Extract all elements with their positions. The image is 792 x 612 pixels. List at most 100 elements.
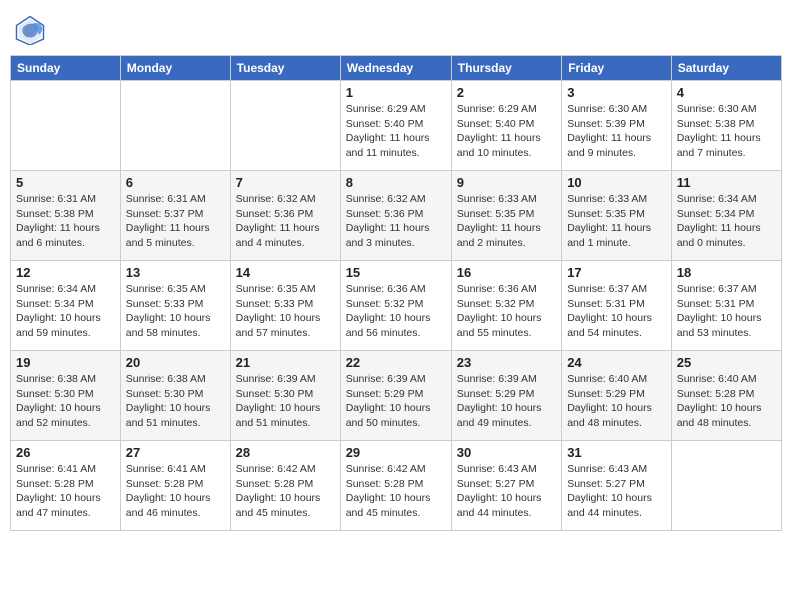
- calendar-cell: 28 Sunrise: 6:42 AM Sunset: 5:28 PM Dayli…: [230, 441, 340, 531]
- header-monday: Monday: [120, 56, 230, 81]
- day-number: 6: [126, 175, 225, 190]
- header-sunday: Sunday: [11, 56, 121, 81]
- day-number: 28: [236, 445, 335, 460]
- day-number: 3: [567, 85, 666, 100]
- calendar-cell: [120, 81, 230, 171]
- calendar-cell: [11, 81, 121, 171]
- day-number: 27: [126, 445, 225, 460]
- day-info: Sunrise: 6:36 AM Sunset: 5:32 PM Dayligh…: [346, 282, 446, 341]
- day-number: 16: [457, 265, 556, 280]
- calendar-cell: 6 Sunrise: 6:31 AM Sunset: 5:37 PM Daylig…: [120, 171, 230, 261]
- calendar-cell: 7 Sunrise: 6:32 AM Sunset: 5:36 PM Daylig…: [230, 171, 340, 261]
- calendar-cell: 19 Sunrise: 6:38 AM Sunset: 5:30 PM Dayli…: [11, 351, 121, 441]
- day-number: 17: [567, 265, 666, 280]
- day-number: 21: [236, 355, 335, 370]
- calendar-cell: 31 Sunrise: 6:43 AM Sunset: 5:27 PM Dayli…: [562, 441, 672, 531]
- calendar-cell: 30 Sunrise: 6:43 AM Sunset: 5:27 PM Dayli…: [451, 441, 561, 531]
- day-info: Sunrise: 6:34 AM Sunset: 5:34 PM Dayligh…: [677, 192, 776, 251]
- calendar-cell: 9 Sunrise: 6:33 AM Sunset: 5:35 PM Daylig…: [451, 171, 561, 261]
- day-info: Sunrise: 6:37 AM Sunset: 5:31 PM Dayligh…: [567, 282, 666, 341]
- logo-icon: [15, 15, 45, 45]
- calendar-cell: 8 Sunrise: 6:32 AM Sunset: 5:36 PM Daylig…: [340, 171, 451, 261]
- calendar-week-4: 19 Sunrise: 6:38 AM Sunset: 5:30 PM Dayli…: [11, 351, 782, 441]
- day-number: 2: [457, 85, 556, 100]
- calendar-cell: 15 Sunrise: 6:36 AM Sunset: 5:32 PM Dayli…: [340, 261, 451, 351]
- logo: [15, 15, 49, 45]
- calendar-cell: 3Sunrise: 6:30 AM Sunset: 5:39 PM Daylig…: [562, 81, 672, 171]
- header-thursday: Thursday: [451, 56, 561, 81]
- day-info: Sunrise: 6:39 AM Sunset: 5:29 PM Dayligh…: [346, 372, 446, 431]
- day-info: Sunrise: 6:40 AM Sunset: 5:28 PM Dayligh…: [677, 372, 776, 431]
- day-info: Sunrise: 6:32 AM Sunset: 5:36 PM Dayligh…: [236, 192, 335, 251]
- day-number: 14: [236, 265, 335, 280]
- calendar-cell: 10 Sunrise: 6:33 AM Sunset: 5:35 PM Dayli…: [562, 171, 672, 261]
- day-info: Sunrise: 6:32 AM Sunset: 5:36 PM Dayligh…: [346, 192, 446, 251]
- header-tuesday: Tuesday: [230, 56, 340, 81]
- calendar-cell: 11 Sunrise: 6:34 AM Sunset: 5:34 PM Dayli…: [671, 171, 781, 261]
- day-number: 30: [457, 445, 556, 460]
- calendar-week-1: 1 Sunrise: 6:29 AM Sunset: 5:40 PM Daylig…: [11, 81, 782, 171]
- calendar-cell: 12Sunrise: 6:34 AM Sunset: 5:34 PM Dayli…: [11, 261, 121, 351]
- day-number: 8: [346, 175, 446, 190]
- day-number: 13: [126, 265, 225, 280]
- day-info: Sunrise: 6:42 AM Sunset: 5:28 PM Dayligh…: [236, 462, 335, 521]
- calendar-cell: 4Sunrise: 6:30 AM Sunset: 5:38 PM Daylig…: [671, 81, 781, 171]
- day-number: 31: [567, 445, 666, 460]
- day-number: 7: [236, 175, 335, 190]
- day-number: 24: [567, 355, 666, 370]
- calendar-cell: 14 Sunrise: 6:35 AM Sunset: 5:33 PM Dayli…: [230, 261, 340, 351]
- calendar-cell: 1 Sunrise: 6:29 AM Sunset: 5:40 PM Daylig…: [340, 81, 451, 171]
- day-info: Sunrise: 6:31 AM Sunset: 5:38 PM Dayligh…: [16, 192, 115, 251]
- day-number: 1: [346, 85, 446, 100]
- calendar-cell: 20 Sunrise: 6:38 AM Sunset: 5:30 PM Dayli…: [120, 351, 230, 441]
- header-wednesday: Wednesday: [340, 56, 451, 81]
- day-info: Sunrise: 6:33 AM Sunset: 5:35 PM Dayligh…: [567, 192, 666, 251]
- calendar-cell: [230, 81, 340, 171]
- calendar-cell: 22Sunrise: 6:39 AM Sunset: 5:29 PM Dayli…: [340, 351, 451, 441]
- calendar-cell: 23 Sunrise: 6:39 AM Sunset: 5:29 PM Dayli…: [451, 351, 561, 441]
- day-number: 15: [346, 265, 446, 280]
- day-info: Sunrise: 6:41 AM Sunset: 5:28 PM Dayligh…: [16, 462, 115, 521]
- day-info: Sunrise: 6:29 AM Sunset: 5:40 PM Dayligh…: [346, 102, 446, 161]
- day-number: 9: [457, 175, 556, 190]
- day-info: Sunrise: 6:38 AM Sunset: 5:30 PM Dayligh…: [126, 372, 225, 431]
- day-info: Sunrise: 6:41 AM Sunset: 5:28 PM Dayligh…: [126, 462, 225, 521]
- day-info: Sunrise: 6:43 AM Sunset: 5:27 PM Dayligh…: [567, 462, 666, 521]
- day-info: Sunrise: 6:40 AM Sunset: 5:29 PM Dayligh…: [567, 372, 666, 431]
- calendar-cell: 13 Sunrise: 6:35 AM Sunset: 5:33 PM Dayli…: [120, 261, 230, 351]
- day-number: 20: [126, 355, 225, 370]
- day-info: Sunrise: 6:31 AM Sunset: 5:37 PM Dayligh…: [126, 192, 225, 251]
- day-info: Sunrise: 6:35 AM Sunset: 5:33 PM Dayligh…: [236, 282, 335, 341]
- calendar-header-row: SundayMondayTuesdayWednesdayThursdayFrid…: [11, 56, 782, 81]
- day-number: 11: [677, 175, 776, 190]
- header-friday: Friday: [562, 56, 672, 81]
- day-number: 29: [346, 445, 446, 460]
- day-number: 10: [567, 175, 666, 190]
- day-info: Sunrise: 6:42 AM Sunset: 5:28 PM Dayligh…: [346, 462, 446, 521]
- calendar-cell: 21Sunrise: 6:39 AM Sunset: 5:30 PM Dayli…: [230, 351, 340, 441]
- day-number: 19: [16, 355, 115, 370]
- header-saturday: Saturday: [671, 56, 781, 81]
- day-info: Sunrise: 6:30 AM Sunset: 5:38 PM Dayligh…: [677, 102, 776, 161]
- calendar-week-2: 5 Sunrise: 6:31 AM Sunset: 5:38 PM Daylig…: [11, 171, 782, 261]
- day-number: 23: [457, 355, 556, 370]
- calendar-table: SundayMondayTuesdayWednesdayThursdayFrid…: [10, 55, 782, 531]
- day-info: Sunrise: 6:33 AM Sunset: 5:35 PM Dayligh…: [457, 192, 556, 251]
- calendar-cell: 2Sunrise: 6:29 AM Sunset: 5:40 PM Daylig…: [451, 81, 561, 171]
- day-info: Sunrise: 6:35 AM Sunset: 5:33 PM Dayligh…: [126, 282, 225, 341]
- day-number: 5: [16, 175, 115, 190]
- calendar-cell: 24 Sunrise: 6:40 AM Sunset: 5:29 PM Dayli…: [562, 351, 672, 441]
- calendar-cell: 17 Sunrise: 6:37 AM Sunset: 5:31 PM Dayli…: [562, 261, 672, 351]
- day-info: Sunrise: 6:36 AM Sunset: 5:32 PM Dayligh…: [457, 282, 556, 341]
- day-info: Sunrise: 6:43 AM Sunset: 5:27 PM Dayligh…: [457, 462, 556, 521]
- day-number: 26: [16, 445, 115, 460]
- day-number: 18: [677, 265, 776, 280]
- day-number: 12: [16, 265, 115, 280]
- calendar-cell: 29 Sunrise: 6:42 AM Sunset: 5:28 PM Dayli…: [340, 441, 451, 531]
- calendar-week-3: 12Sunrise: 6:34 AM Sunset: 5:34 PM Dayli…: [11, 261, 782, 351]
- day-info: Sunrise: 6:39 AM Sunset: 5:29 PM Dayligh…: [457, 372, 556, 431]
- day-number: 25: [677, 355, 776, 370]
- calendar-cell: 25 Sunrise: 6:40 AM Sunset: 5:28 PM Dayli…: [671, 351, 781, 441]
- day-info: Sunrise: 6:38 AM Sunset: 5:30 PM Dayligh…: [16, 372, 115, 431]
- calendar-cell: 5 Sunrise: 6:31 AM Sunset: 5:38 PM Daylig…: [11, 171, 121, 261]
